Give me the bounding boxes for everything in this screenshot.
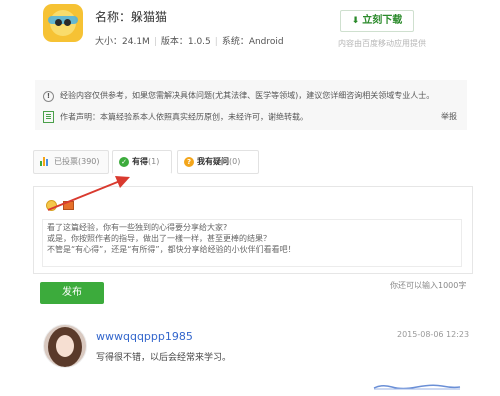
app-meta: 大小：24.1M | 版本：1.0.5 | 系统：Android <box>95 34 284 47</box>
download-note: 内容由百度移动应用提供 <box>338 39 426 48</box>
tab-gained-count: (1) <box>148 157 160 166</box>
meta-separator: | <box>214 37 218 47</box>
tab-questions-label: 我有疑问 <box>197 157 229 166</box>
emoji-icon[interactable] <box>46 200 57 211</box>
app-version: 版本：1.0.5 <box>160 37 211 47</box>
publish-button[interactable]: 发布 <box>40 282 104 304</box>
app-icon[interactable] <box>43 4 83 42</box>
document-icon <box>43 111 54 123</box>
comment-time: 2015-08-06 12:23 <box>397 330 470 339</box>
meta-separator: | <box>153 37 157 47</box>
app-icon-eye-right <box>64 19 71 26</box>
comment-composer: 看了这篇经验，你有一些独到的心得要分享给大家? 或是，你按照作者的指导，做出了一… <box>33 186 473 274</box>
bar-chart-icon <box>40 157 50 166</box>
disclaimer-text: 经验内容仅供参考，如果您需解决具体问题(尤其法律、医学等领域)，建议您详细咨询相… <box>60 91 435 100</box>
tab-voted-count: (390) <box>78 157 100 166</box>
image-icon[interactable] <box>63 201 74 210</box>
author-statement-row: 作者声明：本篇经验系本人依照真实经历原创，未经许可，谢绝转载。 <box>43 111 308 123</box>
app-system: 系统：Android <box>221 37 284 47</box>
download-button[interactable]: ⬇ 立刻下载 <box>340 10 414 32</box>
report-link[interactable]: 举报 <box>441 111 457 122</box>
author-statement-text: 作者声明：本篇经验系本人依照真实经历原创，未经许可，谢绝转载。 <box>60 112 308 122</box>
tab-voted-label: 已投票 <box>54 157 78 166</box>
tab-gained[interactable]: ✓ 有得(1) <box>112 150 172 174</box>
app-icon-eye-left <box>55 19 62 26</box>
disclaimer-row: ! 经验内容仅供参考，如果您需解决具体问题(尤其法律、医学等领域)，建议您详细咨询… <box>43 90 434 102</box>
placeholder-line: 不管是“有心得”，还是“有所得”，都快分享给经验的小伙伴们看看吧！ <box>47 245 296 254</box>
char-count: 你还可以输入1000字 <box>390 281 467 290</box>
tab-questions[interactable]: ? 我有疑问(0) <box>177 150 259 174</box>
download-icon: ⬇ <box>351 16 360 26</box>
question-icon: ? <box>184 156 194 167</box>
placeholder-line: 看了这篇经验，你有一些独到的心得要分享给大家? <box>47 223 228 232</box>
app-name: 名称：躲猫猫 <box>95 10 168 24</box>
comment-textarea[interactable]: 看了这篇经验，你有一些独到的心得要分享给大家? 或是，你按照作者的指导，做出了一… <box>42 219 462 267</box>
download-label: 立刻下载 <box>362 15 403 26</box>
app-icon-mask <box>48 16 78 24</box>
reply-squiggle <box>373 384 461 390</box>
avatar-face <box>56 335 74 357</box>
check-icon: ✓ <box>119 156 129 167</box>
tab-gained-label: 有得 <box>132 157 148 166</box>
comment-username[interactable]: wwwqqqppp1985 <box>96 330 193 343</box>
notice-box: ! 经验内容仅供参考，如果您需解决具体问题(尤其法律、医学等领域)，建议您详细咨询… <box>35 80 467 130</box>
avatar[interactable] <box>43 324 87 368</box>
comment-text: 写得很不错，以后会经常来学习。 <box>96 353 232 363</box>
tab-voted[interactable]: 已投票(390) <box>33 150 109 174</box>
app-size: 大小：24.1M <box>95 37 150 47</box>
exclamation-icon: ! <box>43 91 54 102</box>
tab-questions-count: (0) <box>229 157 241 166</box>
placeholder-line: 或是，你按照作者的指导，做出了一樣一样，甚至更棒的结果？ <box>47 234 271 243</box>
